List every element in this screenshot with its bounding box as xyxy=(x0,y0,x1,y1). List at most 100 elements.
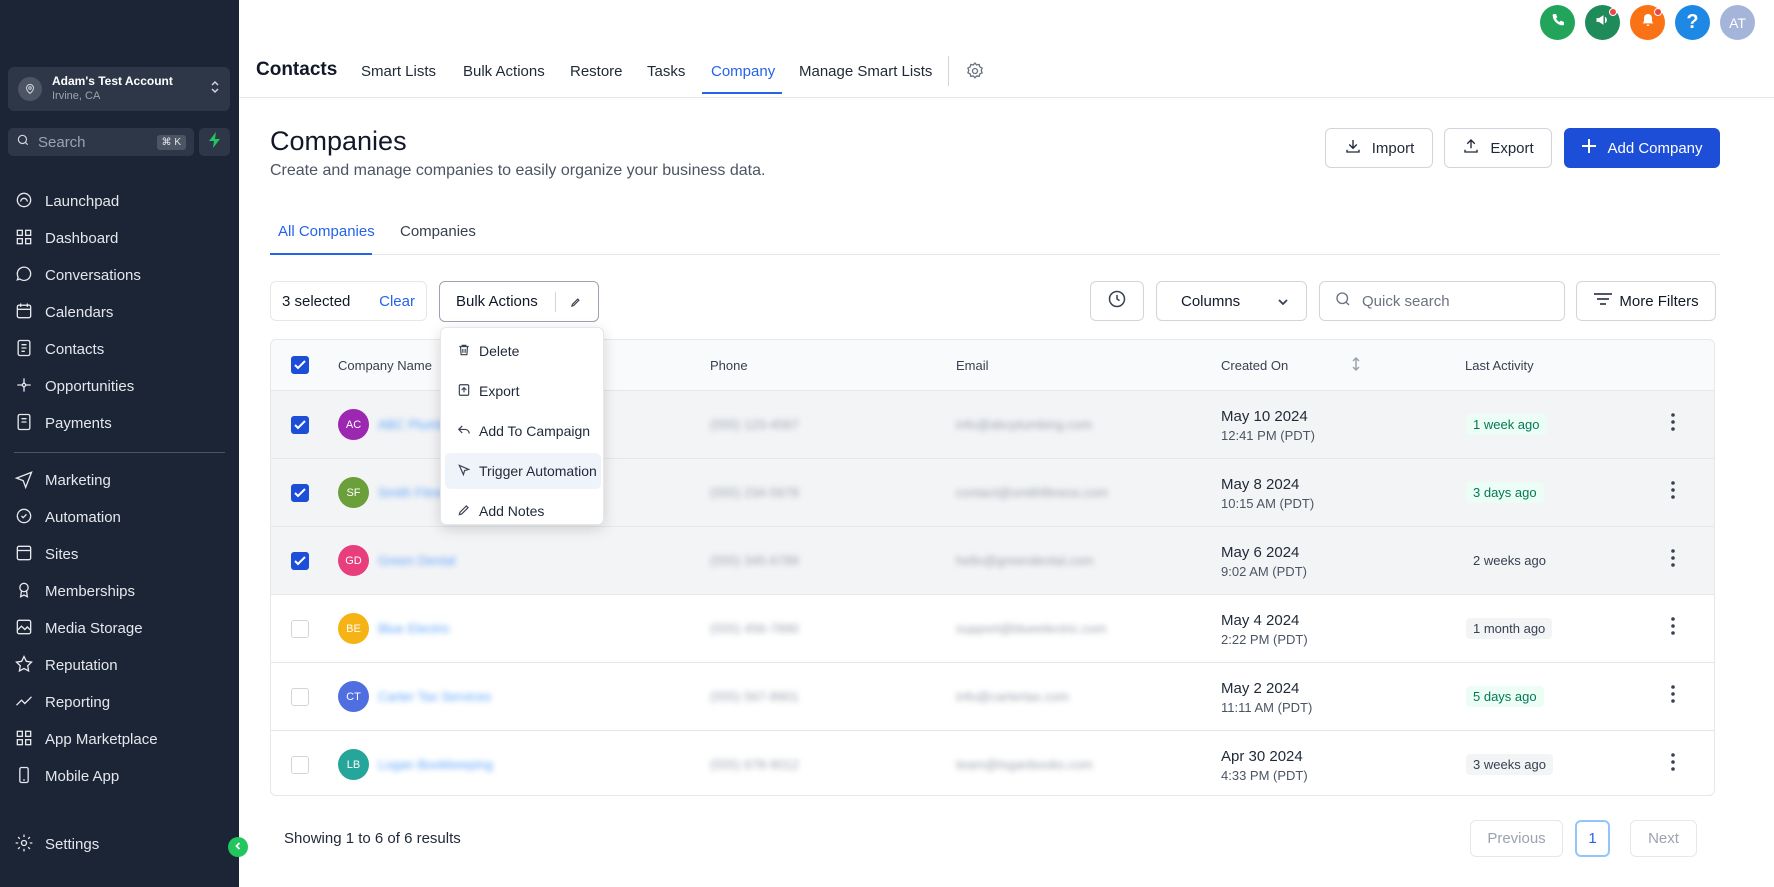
menu-item-delete[interactable]: Delete xyxy=(445,333,601,369)
sidebar-item-app-marketplace[interactable]: App Marketplace xyxy=(0,721,239,758)
tab-company[interactable]: Company xyxy=(711,63,775,80)
sidebar-item-label: Reporting xyxy=(45,694,111,711)
sort-icon[interactable] xyxy=(1351,356,1361,375)
sidebar-item-calendars[interactable]: Calendars xyxy=(0,294,239,331)
tab-tasks[interactable]: Tasks xyxy=(647,63,685,80)
reply-icon xyxy=(457,423,479,440)
sidebar-item-payments[interactable]: Payments xyxy=(0,405,239,442)
page-1-button[interactable]: 1 xyxy=(1575,820,1610,857)
more-filters-button[interactable]: More Filters xyxy=(1576,281,1716,321)
sidebar-item-memberships[interactable]: Memberships xyxy=(0,573,239,610)
menu-item-add-notes[interactable]: Add Notes xyxy=(445,493,601,529)
company-name-link[interactable]: Green Dental xyxy=(378,553,455,568)
quick-search[interactable] xyxy=(1319,281,1565,321)
more-vertical-icon[interactable] xyxy=(1671,753,1675,776)
sidebar-item-opportunities[interactable]: Opportunities xyxy=(0,368,239,405)
clock-icon xyxy=(1107,289,1127,314)
more-vertical-icon[interactable] xyxy=(1671,549,1675,572)
next-page-button[interactable]: Next xyxy=(1630,820,1697,857)
menu-item-label: Trigger Automation xyxy=(479,463,597,479)
table-row[interactable]: GD Green Dental (555) 345-6789 hello@greend… xyxy=(271,527,1714,595)
header-last-activity[interactable]: Last Activity xyxy=(1465,358,1534,373)
sidebar-item-reporting[interactable]: Reporting xyxy=(0,684,239,721)
avatar[interactable]: AT xyxy=(1720,5,1755,40)
row-checkbox[interactable] xyxy=(291,416,309,434)
sidebar-item-dashboard[interactable]: Dashboard xyxy=(0,220,239,257)
company-avatar: SF xyxy=(338,477,369,508)
chat-icon xyxy=(14,264,45,288)
sidebar-item-conversations[interactable]: Conversations xyxy=(0,257,239,294)
company-name-link[interactable]: Carter Tax Services xyxy=(378,689,491,704)
account-name: Adam's Test Account xyxy=(52,74,173,88)
phone-icon xyxy=(1550,12,1566,33)
sidebar-item-media-storage[interactable]: Media Storage xyxy=(0,610,239,647)
notifications-button[interactable] xyxy=(1630,5,1665,40)
gear-icon[interactable] xyxy=(965,61,985,86)
table-row[interactable]: BE Blue Electric (555) 456-7890 support@blu… xyxy=(271,595,1714,663)
tab-manage-smart-lists[interactable]: Manage Smart Lists xyxy=(799,63,932,80)
select-all-checkbox[interactable] xyxy=(291,356,309,374)
clear-selection-link[interactable]: Clear xyxy=(379,293,415,310)
row-checkbox[interactable] xyxy=(291,620,309,638)
sidebar-item-reputation[interactable]: Reputation xyxy=(0,647,239,684)
more-vertical-icon[interactable] xyxy=(1671,481,1675,504)
sidebar-item-contacts[interactable]: Contacts xyxy=(0,331,239,368)
more-vertical-icon[interactable] xyxy=(1671,685,1675,708)
announcements-button[interactable] xyxy=(1585,5,1620,40)
megaphone-icon xyxy=(1594,12,1612,33)
tab-restore[interactable]: Restore xyxy=(570,63,623,80)
row-checkbox[interactable] xyxy=(291,552,309,570)
row-checkbox[interactable] xyxy=(291,688,309,706)
chart-icon xyxy=(14,691,45,715)
sidebar-item-mobile-app[interactable]: Mobile App xyxy=(0,758,239,795)
send-icon xyxy=(14,469,45,493)
tab-smart-lists[interactable]: Smart Lists xyxy=(361,63,436,80)
export-button[interactable]: Export xyxy=(1444,128,1552,168)
sidebar-item-sites[interactable]: Sites xyxy=(0,536,239,573)
more-vertical-icon[interactable] xyxy=(1671,617,1675,640)
account-location: Irvine, CA xyxy=(52,90,101,102)
company-name-link[interactable]: Blue Electric xyxy=(378,621,450,636)
import-button[interactable]: Import xyxy=(1325,128,1433,168)
sidebar-item-launchpad[interactable]: Launchpad xyxy=(0,183,239,220)
header-created-on[interactable]: Created On xyxy=(1221,358,1288,373)
sidebar-item-settings[interactable]: Settings xyxy=(0,826,239,863)
tab-bulk-actions[interactable]: Bulk Actions xyxy=(463,63,545,80)
menu-item-add-to-campaign[interactable]: Add To Campaign xyxy=(445,413,601,449)
sites-icon xyxy=(14,543,45,567)
tab-companies[interactable]: Companies xyxy=(400,223,476,240)
columns-dropdown[interactable]: Columns xyxy=(1156,281,1307,321)
sidebar-item-marketing[interactable]: Marketing xyxy=(0,462,239,499)
company-email: team@loganbooks.com xyxy=(956,757,1093,772)
table-row[interactable]: CT Carter Tax Services (555) 567-8901 info@… xyxy=(271,663,1714,731)
menu-item-export[interactable]: Export xyxy=(445,373,601,409)
more-vertical-icon[interactable] xyxy=(1671,413,1675,436)
automation-icon xyxy=(14,506,45,530)
company-name-link[interactable]: Logan Bookkeeping xyxy=(378,757,493,772)
quick-action-button[interactable] xyxy=(199,128,230,156)
collapse-sidebar-button[interactable] xyxy=(228,837,248,857)
help-button[interactable]: ? xyxy=(1675,5,1710,40)
bulk-actions-button[interactable]: Bulk Actions xyxy=(439,281,599,322)
created-time: 9:02 AM (PDT) xyxy=(1221,564,1307,579)
settings-icon xyxy=(14,833,45,857)
company-phone: (555) 123-4567 xyxy=(710,417,799,432)
header-company-name[interactable]: Company Name xyxy=(338,358,432,373)
phone-button[interactable] xyxy=(1540,5,1575,40)
sidebar-item-automation[interactable]: Automation xyxy=(0,499,239,536)
add-company-button[interactable]: Add Company xyxy=(1564,128,1720,168)
header-phone[interactable]: Phone xyxy=(710,358,748,373)
tab-all-companies[interactable]: All Companies xyxy=(278,223,375,240)
account-switcher[interactable]: Adam's Test Account Irvine, CA xyxy=(8,67,230,111)
header-email[interactable]: Email xyxy=(956,358,989,373)
sidebar-search[interactable]: Search ⌘ K xyxy=(8,128,194,156)
row-checkbox[interactable] xyxy=(291,484,309,502)
quick-search-input[interactable] xyxy=(1362,292,1542,310)
table-row[interactable]: LB Logan Bookkeeping (555) 678-9012 team@lo… xyxy=(271,731,1714,795)
history-button[interactable] xyxy=(1090,281,1144,321)
menu-item-trigger-automation[interactable]: Trigger Automation xyxy=(445,453,601,489)
sidebar-item-label: Automation xyxy=(45,509,121,526)
row-checkbox[interactable] xyxy=(291,756,309,774)
created-time: 12:41 PM (PDT) xyxy=(1221,428,1315,443)
previous-page-button[interactable]: Previous xyxy=(1470,820,1563,857)
